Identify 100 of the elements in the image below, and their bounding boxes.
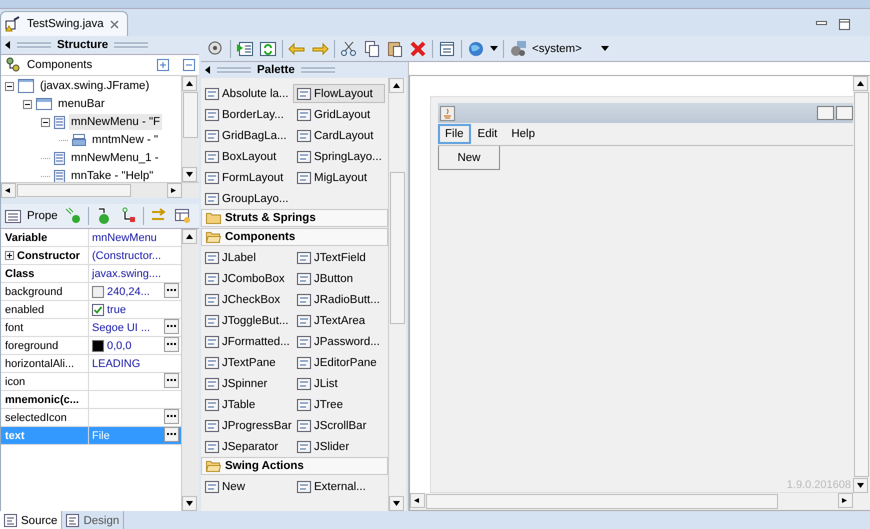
editor-tab[interactable]: TestSwing.java xyxy=(0,11,128,36)
form-icon[interactable] xyxy=(438,40,456,58)
property-row[interactable]: Variable mnNewMenu xyxy=(1,229,181,247)
palette-item[interactable]: JTextPane xyxy=(201,353,293,372)
ellipsis-button[interactable] xyxy=(164,373,179,388)
ellipsis-button[interactable] xyxy=(164,319,179,334)
property-row[interactable]: background 240,24... xyxy=(1,283,181,301)
collapse-toggle[interactable] xyxy=(23,100,32,108)
tree-item[interactable]: mnTake - "Help" xyxy=(69,168,156,182)
refresh-icon[interactable] xyxy=(259,40,277,58)
palette-item[interactable]: BoxLayout xyxy=(201,147,293,166)
collapse-all-icon[interactable] xyxy=(183,59,195,71)
paste-icon[interactable] xyxy=(386,40,404,58)
dropdown-arrow-icon[interactable] xyxy=(490,46,498,51)
palette-item[interactable]: JSeparator xyxy=(201,437,293,456)
property-row[interactable]: icon xyxy=(1,373,181,391)
maximize-button[interactable] xyxy=(836,106,853,120)
scroll-arrow-button[interactable] xyxy=(182,229,197,244)
scroll-arrow-button[interactable] xyxy=(182,76,197,91)
palette-item[interactable]: JTextField xyxy=(293,248,385,267)
collapse-toggle[interactable] xyxy=(5,82,14,90)
property-row[interactable]: font Segoe UI ... xyxy=(1,319,181,337)
palette-item[interactable]: JEditorPane xyxy=(293,353,385,372)
palette-item[interactable]: Absolute la... xyxy=(201,84,293,103)
palette-item[interactable]: JScrollBar xyxy=(293,416,385,435)
palette-item[interactable]: JSlider xyxy=(293,437,385,456)
minimize-button[interactable] xyxy=(817,106,834,120)
dropdown-arrow-icon[interactable] xyxy=(600,46,609,51)
minimize-icon[interactable] xyxy=(816,19,827,27)
palette-item[interactable]: JButton xyxy=(293,269,385,288)
scrollbar-thumb[interactable] xyxy=(854,92,869,477)
scroll-arrow-button[interactable] xyxy=(1,183,16,198)
palette-item[interactable]: FormLayout xyxy=(201,168,293,187)
palette-item[interactable]: JCheckBox xyxy=(201,290,293,309)
collapse-toggle[interactable] xyxy=(41,118,50,126)
palette-item[interactable]: JLabel xyxy=(201,248,293,267)
palette-item[interactable]: BorderLay... xyxy=(201,105,293,124)
palette-category[interactable]: Struts & Springs xyxy=(201,209,388,227)
palette-item[interactable]: JTextArea xyxy=(293,311,385,330)
scroll-arrow-button[interactable] xyxy=(853,76,868,91)
scroll-arrow-button[interactable] xyxy=(182,496,197,511)
scrollbar-thumb[interactable] xyxy=(426,494,778,509)
scroll-arrow-button[interactable] xyxy=(182,167,197,182)
palette-item[interactable]: JToggleBut... xyxy=(201,311,293,330)
collapse-arrow[interactable] xyxy=(5,41,11,49)
maximize-icon[interactable] xyxy=(839,19,850,30)
ellipsis-button[interactable] xyxy=(164,409,179,424)
collapse-arrow[interactable] xyxy=(205,66,211,74)
palette-item[interactable]: JTree xyxy=(293,395,385,414)
menu-item[interactable]: Help xyxy=(504,124,542,144)
menu-item[interactable]: Edit xyxy=(470,124,504,144)
palette-item[interactable]: SpringLayo... xyxy=(293,147,385,166)
tree-item[interactable]: menuBar xyxy=(56,96,107,112)
tree-item[interactable]: mntmNew - " xyxy=(90,132,160,148)
palette-item[interactable]: JFormatted... xyxy=(201,332,293,351)
palette-item[interactable]: JPassword... xyxy=(293,332,385,351)
property-row[interactable]: Constructor (Constructor... xyxy=(1,247,181,265)
ellipsis-button[interactable] xyxy=(164,337,179,352)
palette-item[interactable]: GroupLayo... xyxy=(201,189,293,208)
scroll-arrow-button[interactable] xyxy=(838,493,853,508)
expand-all-icon[interactable] xyxy=(157,59,169,71)
tree-item[interactable]: (javax.swing.JFrame) xyxy=(38,78,152,94)
property-row[interactable]: foreground 0,0,0 xyxy=(1,337,181,355)
palette-item[interactable]: External... xyxy=(293,477,385,496)
menu-item[interactable]: File xyxy=(438,124,471,144)
checkbox[interactable] xyxy=(92,304,104,316)
scissors-icon[interactable] xyxy=(340,40,358,58)
table-icon[interactable] xyxy=(174,207,192,225)
scrollbar-thumb[interactable] xyxy=(17,184,131,197)
palette-item[interactable]: JProgressBar xyxy=(201,416,293,435)
scrollbar-thumb[interactable] xyxy=(390,172,405,324)
scroll-arrow-button[interactable] xyxy=(410,493,425,508)
ellipsis-button[interactable] xyxy=(164,283,179,298)
scrollbar-thumb[interactable] xyxy=(183,92,198,138)
scroll-arrow-button[interactable] xyxy=(853,478,868,493)
palette-category[interactable]: Swing Actions xyxy=(201,457,388,475)
close-icon[interactable] xyxy=(110,20,119,28)
palette-item[interactable]: New xyxy=(201,477,293,496)
delete-icon[interactable] xyxy=(409,40,427,58)
tree-item[interactable]: mnNewMenu - "F xyxy=(69,114,162,130)
palette-category[interactable]: Components xyxy=(201,228,388,246)
palette-item[interactable]: GridBagLa... xyxy=(201,126,293,145)
palette-item[interactable]: JRadioButt... xyxy=(293,290,385,309)
globe-icon[interactable] xyxy=(467,40,485,58)
scroll-arrow-button[interactable] xyxy=(389,496,404,511)
palette-item[interactable]: JTable xyxy=(201,395,293,414)
scroll-arrow-button[interactable] xyxy=(389,78,404,93)
palette-item[interactable]: JComboBox xyxy=(201,269,293,288)
palette-item[interactable]: FlowLayout xyxy=(293,84,385,103)
palette-item[interactable]: JList xyxy=(293,374,385,393)
palette-item[interactable]: CardLayout xyxy=(293,126,385,145)
view-tab[interactable]: Design xyxy=(62,511,124,529)
run-icon[interactable] xyxy=(236,40,254,58)
look-and-feel-label[interactable]: <system> xyxy=(532,42,582,54)
ellipsis-button[interactable] xyxy=(164,427,179,442)
tree-item[interactable]: mnNewMenu_1 - xyxy=(69,150,161,166)
copy-icon[interactable] xyxy=(363,40,381,58)
property-row[interactable]: enabled true xyxy=(1,301,181,319)
palette-item[interactable]: GridLayout xyxy=(293,105,385,124)
palette-item[interactable]: JSpinner xyxy=(201,374,293,393)
